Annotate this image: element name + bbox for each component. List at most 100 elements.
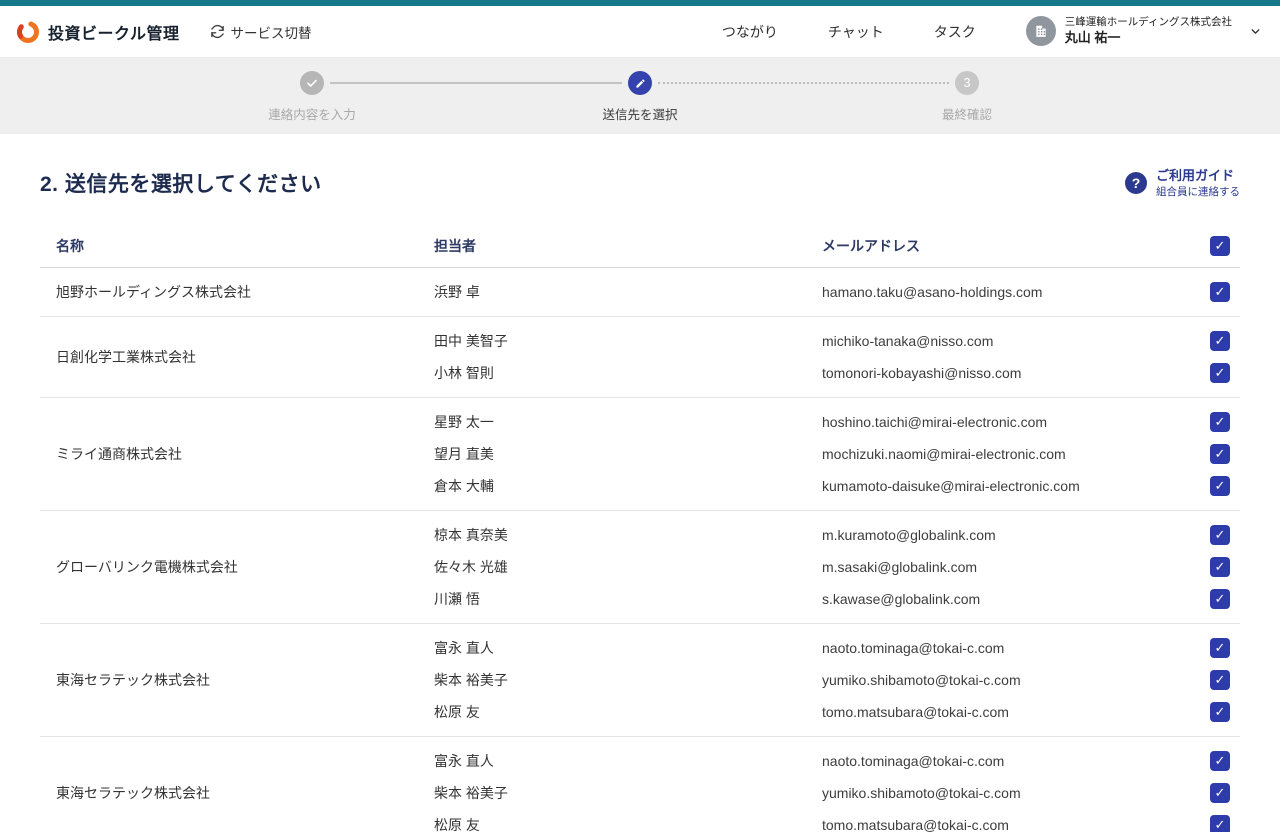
checkbox-cell: ✓ [1184, 589, 1240, 609]
contact-email: yumiko.shibamoto@tokai-c.com [822, 785, 1184, 801]
step-3-number: 3 [955, 71, 979, 95]
contact-name: 小林 智則 [434, 363, 822, 383]
app-title: 投資ビークル管理 [48, 20, 180, 44]
service-switch-button[interactable]: サービス切替 [210, 22, 312, 42]
contact-email: m.kuramoto@globalink.com [822, 527, 1184, 543]
contact-row: 星野 太一hoshino.taichi@mirai-electronic.com… [434, 406, 1240, 438]
recipient-checkbox[interactable]: ✓ [1210, 751, 1230, 771]
recipient-checkbox[interactable]: ✓ [1210, 783, 1230, 803]
contact-row: 田中 美智子michiko-tanaka@nisso.com✓ [434, 325, 1240, 357]
contact-row: 望月 直美mochizuki.naomi@mirai-electronic.co… [434, 438, 1240, 470]
recipient-checkbox[interactable]: ✓ [1210, 589, 1230, 609]
recipient-checkbox[interactable]: ✓ [1210, 331, 1230, 351]
contact-name: 松原 友 [434, 815, 822, 832]
column-header-name: 名称 [40, 236, 434, 256]
contact-email: yumiko.shibamoto@tokai-c.com [822, 672, 1184, 688]
contact-list: 富永 直人naoto.tominaga@tokai-c.com✓柴本 裕美子yu… [434, 745, 1240, 832]
contact-email: naoto.tominaga@tokai-c.com [822, 753, 1184, 769]
recipient-checkbox[interactable]: ✓ [1210, 638, 1230, 658]
user-company: 三峰運輸ホールディングス株式会社 [1065, 16, 1232, 29]
company-name: ミライ通商株式会社 [40, 406, 434, 502]
contact-name: 佐々木 光雄 [434, 557, 822, 577]
contact-email: tomonori-kobayashi@nisso.com [822, 365, 1184, 381]
step-1-done-icon [300, 71, 324, 95]
usage-guide-link[interactable]: ? ご利用ガイド 組合員に連絡する [1125, 168, 1240, 198]
table-row: 日創化学工業株式会社田中 美智子michiko-tanaka@nisso.com… [40, 317, 1240, 398]
contact-email: michiko-tanaka@nisso.com [822, 333, 1184, 349]
step-connector-upcoming [658, 82, 949, 84]
contact-name: 松原 友 [434, 702, 822, 722]
company-name: 東海セラテック株式会社 [40, 632, 434, 728]
checkbox-cell: ✓ [1184, 815, 1240, 832]
main-content: 2. 送信先を選択してください ? ご利用ガイド 組合員に連絡する 名称 担当者… [0, 134, 1280, 832]
user-info: 三峰運輸ホールディングス株式会社 丸山 祐一 [1065, 16, 1232, 46]
recipient-checkbox[interactable]: ✓ [1210, 525, 1230, 545]
checkbox-cell: ✓ [1184, 412, 1240, 432]
nav-item-task[interactable]: タスク [934, 22, 976, 42]
contact-name: 富永 直人 [434, 638, 822, 658]
recipient-checkbox[interactable]: ✓ [1210, 444, 1230, 464]
checkbox-cell: ✓ [1184, 557, 1240, 577]
contact-list: 椋本 真奈美m.kuramoto@globalink.com✓佐々木 光雄m.s… [434, 519, 1240, 615]
contact-list: 浜野 卓hamano.taku@asano-holdings.com✓ [434, 276, 1240, 308]
checkbox-cell: ✓ [1184, 444, 1240, 464]
help-icon: ? [1125, 172, 1147, 194]
contact-name: 浜野 卓 [434, 282, 822, 302]
user-menu[interactable]: 三峰運輸ホールディングス株式会社 丸山 祐一 [1026, 16, 1262, 46]
recipient-checkbox[interactable]: ✓ [1210, 476, 1230, 496]
checkbox-cell: ✓ [1184, 638, 1240, 658]
recipient-checkbox[interactable]: ✓ [1210, 282, 1230, 302]
recipient-checkbox[interactable]: ✓ [1210, 702, 1230, 722]
contact-list: 富永 直人naoto.tominaga@tokai-c.com✓柴本 裕美子yu… [434, 632, 1240, 728]
contact-row: 富永 直人naoto.tominaga@tokai-c.com✓ [434, 745, 1240, 777]
checkbox-cell: ✓ [1184, 363, 1240, 383]
step-2-label: 送信先を選択 [530, 104, 750, 123]
wizard-stepper: 3 連絡内容を入力 送信先を選択 最終確認 [0, 58, 1280, 134]
contact-email: tomo.matsubara@tokai-c.com [822, 704, 1184, 720]
contact-row: 柴本 裕美子yumiko.shibamoto@tokai-c.com✓ [434, 664, 1240, 696]
recipient-checkbox[interactable]: ✓ [1210, 557, 1230, 577]
contact-email: m.sasaki@globalink.com [822, 559, 1184, 575]
contact-row: 松原 友tomo.matsubara@tokai-c.com ✓ [434, 809, 1240, 832]
contact-name: 椋本 真奈美 [434, 525, 822, 545]
table-header-row: 名称 担当者 メールアドレス ✓ [40, 224, 1240, 268]
recipient-checkbox[interactable]: ✓ [1210, 363, 1230, 383]
contact-row: 佐々木 光雄m.sasaki@globalink.com ✓ [434, 551, 1240, 583]
contact-email: naoto.tominaga@tokai-c.com [822, 640, 1184, 656]
checkbox-cell: ✓ [1184, 525, 1240, 545]
select-all-checkbox[interactable]: ✓ [1210, 236, 1230, 256]
app-header: 投資ビークル管理 サービス切替 つながり チャット タスク 三峰運輸ホールディン… [0, 6, 1280, 58]
contact-list: 星野 太一hoshino.taichi@mirai-electronic.com… [434, 406, 1240, 502]
contact-row: 富永 直人naoto.tominaga@tokai-c.com ✓ [434, 632, 1240, 664]
recipient-checkbox[interactable]: ✓ [1210, 670, 1230, 690]
user-name: 丸山 祐一 [1065, 30, 1232, 47]
refresh-icon [210, 24, 225, 39]
contact-name: 柴本 裕美子 [434, 783, 822, 803]
guide-text: ご利用ガイド 組合員に連絡する [1156, 168, 1240, 198]
table-row: グローバリンク電機株式会社椋本 真奈美m.kuramoto@globalink.… [40, 511, 1240, 624]
checkbox-cell: ✓ [1184, 282, 1240, 302]
contact-email: tomo.matsubara@tokai-c.com [822, 817, 1184, 832]
step-2-edit-icon[interactable] [628, 71, 652, 95]
contact-list: 田中 美智子michiko-tanaka@nisso.com✓小林 智則tomo… [434, 325, 1240, 389]
contact-row: 倉本 大輔kumamoto-daisuke@mirai-electronic.c… [434, 470, 1240, 502]
contact-row: 柴本 裕美子yumiko.shibamoto@tokai-c.com ✓ [434, 777, 1240, 809]
recipient-checkbox[interactable]: ✓ [1210, 815, 1230, 832]
app-logo[interactable]: 投資ビークル管理 [16, 20, 180, 44]
contact-name: 望月 直美 [434, 444, 822, 464]
recipient-checkbox[interactable]: ✓ [1210, 412, 1230, 432]
avatar [1026, 16, 1056, 46]
checkbox-cell: ✓ [1184, 331, 1240, 351]
contact-name: 川瀬 悟 [434, 589, 822, 609]
checkbox-cell: ✓ [1184, 751, 1240, 771]
recipient-table: 名称 担当者 メールアドレス ✓ 旭野ホールディングス株式会社浜野 卓haman… [40, 224, 1240, 832]
guide-title: ご利用ガイド [1156, 168, 1240, 184]
nav-item-chat[interactable]: チャット [828, 22, 884, 42]
contact-email: hoshino.taichi@mirai-electronic.com [822, 414, 1184, 430]
checkbox-cell: ✓ [1184, 783, 1240, 803]
table-row: 東海セラテック株式会社富永 直人naoto.tominaga@tokai-c.c… [40, 624, 1240, 737]
contact-row: 浜野 卓hamano.taku@asano-holdings.com✓ [434, 276, 1240, 308]
guide-subtitle: 組合員に連絡する [1156, 186, 1240, 199]
checkbox-cell: ✓ [1184, 476, 1240, 496]
nav-item-tsunagari[interactable]: つながり [722, 22, 778, 42]
